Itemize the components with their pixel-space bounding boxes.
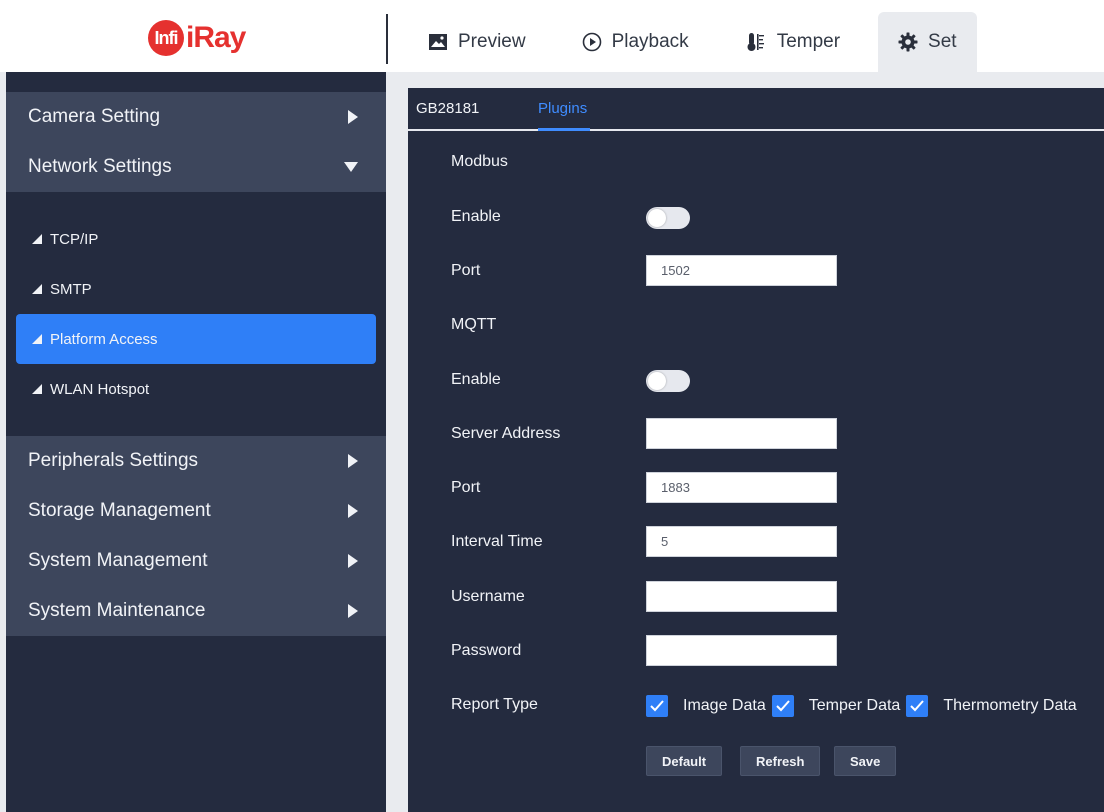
sidebar-item-label: System Maintenance bbox=[28, 600, 206, 621]
triangle-icon bbox=[32, 384, 42, 394]
temper-data-checkbox[interactable] bbox=[771, 695, 794, 717]
sidebar-item-label: Storage Management bbox=[28, 500, 211, 521]
modbus-title: Modbus bbox=[451, 153, 508, 170]
mqtt-password-label: Password bbox=[451, 642, 522, 659]
mqtt-title: MQTT bbox=[451, 316, 497, 333]
report-type-label: Report Type bbox=[451, 696, 538, 713]
network-submenu: TCP/IP SMTP Platform Access WLAN Hotspot bbox=[6, 192, 386, 436]
nav-preview[interactable]: Preview bbox=[410, 12, 544, 72]
tab-gb28181[interactable]: GB28181 bbox=[416, 100, 479, 117]
active-tab-underline bbox=[538, 128, 590, 131]
nav-set-label: Set bbox=[928, 31, 957, 52]
nav-preview-label: Preview bbox=[458, 31, 526, 52]
submenu-label: SMTP bbox=[50, 280, 92, 298]
nav-temper-label: Temper bbox=[776, 31, 841, 52]
mqtt-username-label: Username bbox=[451, 588, 525, 605]
caret-right-icon bbox=[348, 454, 358, 468]
caret-right-icon bbox=[348, 110, 358, 124]
logo-badge: Infi bbox=[148, 20, 184, 56]
thermometry-data-checkbox[interactable] bbox=[906, 695, 929, 717]
mqtt-interval-input[interactable] bbox=[646, 526, 837, 557]
caret-down-icon bbox=[344, 162, 358, 172]
modbus-port-input[interactable] bbox=[646, 255, 837, 286]
caret-right-icon bbox=[348, 554, 358, 568]
nav-playback[interactable]: Playback bbox=[564, 12, 707, 72]
nav-playback-label: Playback bbox=[611, 31, 689, 52]
mqtt-enable-label: Enable bbox=[451, 371, 501, 388]
header-divider bbox=[386, 14, 388, 64]
image-data-label: Image Data bbox=[683, 697, 766, 714]
mqtt-port-input[interactable] bbox=[646, 472, 837, 503]
caret-right-icon bbox=[348, 504, 358, 518]
triangle-icon bbox=[32, 284, 42, 294]
modbus-enable-toggle[interactable] bbox=[646, 207, 690, 229]
submenu-label: Platform Access bbox=[50, 330, 158, 348]
submenu-label: TCP/IP bbox=[50, 230, 99, 248]
submenu-tcp-ip[interactable]: TCP/IP bbox=[16, 214, 376, 264]
sidebar-item-label: System Management bbox=[28, 550, 208, 571]
report-type-options: Image Data Temper Data Thermometry Data bbox=[646, 693, 1083, 719]
save-button[interactable]: Save bbox=[834, 746, 897, 776]
submenu-smtp[interactable]: SMTP bbox=[16, 264, 376, 314]
mqtt-password-input[interactable] bbox=[646, 635, 837, 666]
sidebar-group-bottom: Peripherals Settings Storage Management … bbox=[6, 436, 386, 636]
thermometry-data-label: Thermometry Data bbox=[943, 697, 1077, 714]
plugins-panel: GB28181 Plugins Modbus Enable Port MQTT … bbox=[408, 88, 1104, 812]
modbus-enable-label: Enable bbox=[451, 208, 501, 225]
top-header: Infi iRay Preview Playback Temper Set bbox=[0, 0, 1104, 72]
thermometer-icon bbox=[745, 31, 767, 53]
toggle-knob bbox=[648, 209, 666, 227]
sidebar-peripherals-settings[interactable]: Peripherals Settings bbox=[6, 436, 386, 486]
triangle-icon bbox=[32, 334, 42, 344]
nav-temper[interactable]: Temper bbox=[727, 12, 858, 72]
nav-set[interactable]: Set bbox=[878, 12, 977, 72]
check-icon bbox=[776, 700, 790, 712]
submenu-platform-access[interactable]: Platform Access bbox=[16, 314, 376, 364]
play-circle-icon bbox=[582, 32, 602, 52]
sidebar-item-label: Peripherals Settings bbox=[28, 450, 199, 471]
mqtt-server-label: Server Address bbox=[451, 425, 561, 442]
logo-text: iRay bbox=[186, 21, 246, 54]
check-icon bbox=[650, 700, 664, 712]
sidebar-camera-setting[interactable]: Camera Setting bbox=[6, 92, 386, 142]
submenu-wlan-hotspot[interactable]: WLAN Hotspot bbox=[16, 364, 376, 414]
settings-sidebar: Camera Setting Network Settings TCP/IP S… bbox=[6, 72, 386, 812]
toggle-knob bbox=[648, 372, 666, 390]
check-icon bbox=[910, 700, 925, 712]
gear-icon bbox=[898, 32, 918, 52]
image-data-checkbox[interactable] bbox=[646, 695, 668, 717]
sidebar-item-label: Camera Setting bbox=[28, 106, 161, 127]
infiray-logo: Infi iRay bbox=[148, 20, 246, 56]
default-button[interactable]: Default bbox=[646, 746, 723, 776]
tab-bar: GB28181 Plugins bbox=[408, 88, 1104, 131]
sidebar-storage-management[interactable]: Storage Management bbox=[6, 486, 386, 536]
sidebar-group-top: Camera Setting Network Settings bbox=[6, 92, 386, 192]
mqtt-username-input[interactable] bbox=[646, 581, 837, 612]
sidebar-item-label: Network Settings bbox=[28, 156, 172, 177]
sidebar-system-management[interactable]: System Management bbox=[6, 536, 386, 586]
triangle-icon bbox=[32, 234, 42, 244]
modbus-port-label: Port bbox=[451, 262, 481, 279]
image-icon bbox=[428, 33, 448, 51]
caret-right-icon bbox=[348, 604, 358, 618]
refresh-button[interactable]: Refresh bbox=[740, 746, 821, 776]
mqtt-server-input[interactable] bbox=[646, 418, 837, 449]
mqtt-enable-toggle[interactable] bbox=[646, 370, 690, 392]
mqtt-interval-label: Interval Time bbox=[451, 533, 543, 550]
sidebar-network-settings[interactable]: Network Settings bbox=[6, 142, 386, 192]
submenu-label: WLAN Hotspot bbox=[50, 380, 150, 398]
main-nav: Preview Playback Temper Set bbox=[410, 12, 997, 72]
temper-data-label: Temper Data bbox=[808, 697, 901, 714]
mqtt-port-label: Port bbox=[451, 479, 481, 496]
sidebar-system-maintenance[interactable]: System Maintenance bbox=[6, 586, 386, 636]
tab-plugins[interactable]: Plugins bbox=[538, 100, 587, 117]
